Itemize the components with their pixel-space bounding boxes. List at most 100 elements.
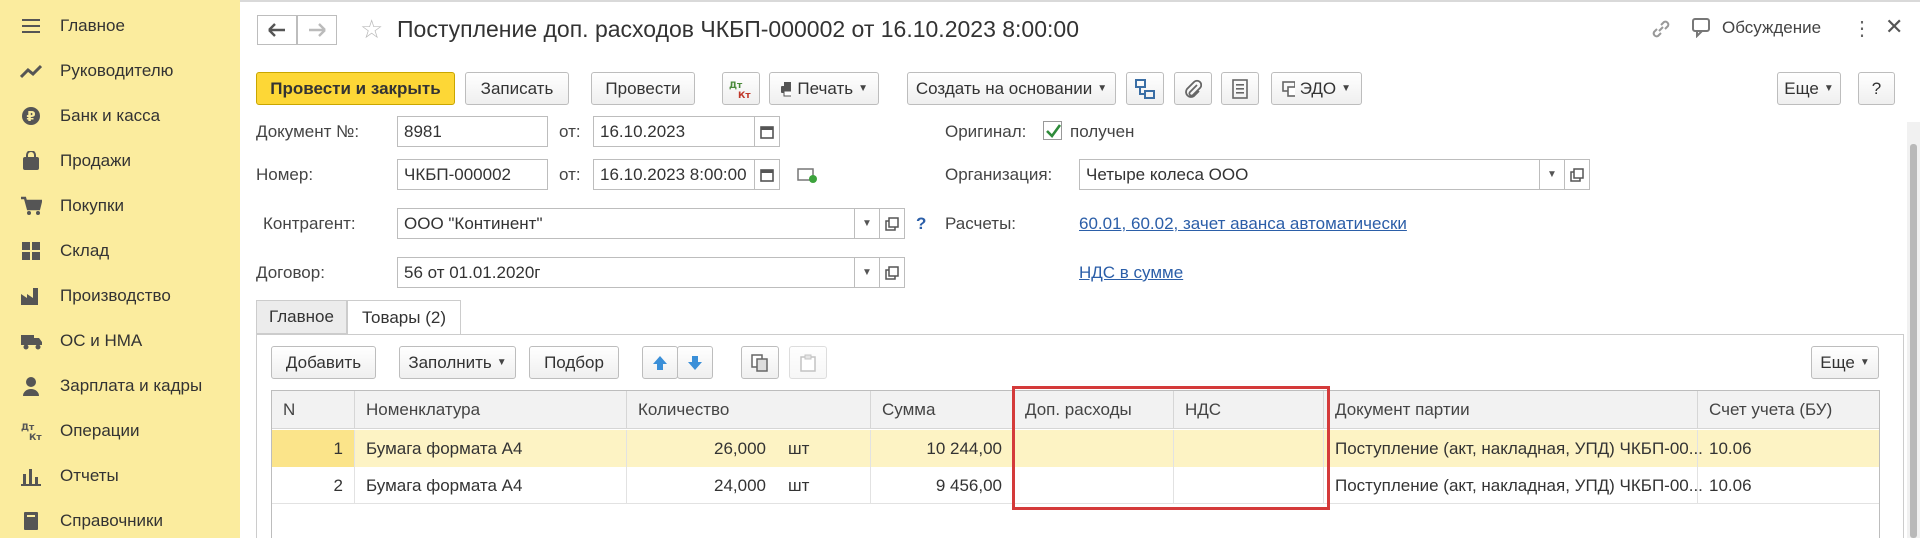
calendar-button[interactable]	[754, 116, 780, 147]
favorite-star-icon[interactable]: ☆	[360, 14, 383, 45]
cell-n[interactable]: 2	[272, 467, 355, 504]
cell-batch-doc[interactable]: Поступление (акт, накладная, УПД) ЧКБП-0…	[1324, 467, 1703, 504]
table-more-button[interactable]: Еще ▼	[1811, 346, 1879, 379]
column-header-item[interactable]: Номенклатура	[355, 391, 627, 429]
help-button[interactable]: ?	[1858, 72, 1895, 105]
cell-unit[interactable]: шт	[777, 467, 871, 504]
caret-down-icon: ▼	[1097, 83, 1108, 94]
back-button[interactable]	[257, 15, 297, 45]
sidebar: Главное Руководителю ₽ Банк и касса Прод…	[0, 0, 240, 538]
counterparty-input[interactable]: ООО "Континент"	[397, 208, 860, 239]
counterparty-help-icon[interactable]: ?	[916, 214, 926, 234]
sidebar-item-references[interactable]: Справочники	[0, 501, 240, 538]
contract-open-button[interactable]	[879, 257, 905, 288]
paste-button[interactable]	[789, 346, 827, 379]
sidebar-item-salary[interactable]: Зарплата и кадры	[0, 366, 240, 406]
open-window-icon	[885, 265, 899, 280]
vertical-scrollbar[interactable]	[1907, 122, 1920, 538]
print-button[interactable]: Печать ▼	[769, 72, 879, 105]
column-header-sum[interactable]: Сумма	[871, 391, 1014, 429]
column-header-qty[interactable]: Количество	[627, 391, 871, 429]
original-checkbox[interactable]	[1043, 121, 1062, 140]
post-button[interactable]: Провести	[591, 72, 695, 105]
svg-text:Дт: Дт	[729, 81, 743, 91]
org-dropdown-button[interactable]: ▼	[1539, 159, 1565, 190]
incoming-number-icon[interactable]	[797, 166, 819, 189]
add-button[interactable]: Добавить	[271, 346, 376, 379]
settlements-link[interactable]: 60.01, 60.02, зачет аванса автоматически	[1079, 214, 1407, 234]
forward-button[interactable]	[297, 15, 337, 45]
report-button[interactable]	[1221, 72, 1259, 105]
cell-account[interactable]: 10.06	[1698, 430, 1879, 467]
column-header-batch-doc[interactable]: Документ партии	[1324, 391, 1698, 429]
sidebar-item-manager[interactable]: Руководителю	[0, 51, 240, 91]
sidebar-item-production[interactable]: Производство	[0, 276, 240, 316]
doc-date-label: от:	[559, 122, 581, 141]
contract-dropdown-button[interactable]: ▼	[854, 257, 880, 288]
calendar-button[interactable]	[754, 159, 780, 190]
cell-batch-doc[interactable]: Поступление (акт, накладная, УПД) ЧКБП-0…	[1324, 430, 1703, 467]
sidebar-item-assets[interactable]: ОС и НМА	[0, 321, 240, 361]
column-header-n[interactable]: N	[272, 391, 355, 429]
cell-qty[interactable]: 24,000	[627, 467, 777, 504]
column-header-account[interactable]: Счет учета (БУ)	[1698, 391, 1879, 429]
sidebar-item-warehouse[interactable]: Склад	[0, 231, 240, 271]
org-label: Организация:	[945, 165, 1053, 184]
doc-number-input[interactable]: 8981	[397, 116, 548, 147]
post-and-close-button[interactable]: Провести и закрыть	[256, 72, 455, 105]
cell-unit[interactable]: шт	[777, 430, 871, 467]
fill-button[interactable]: Заполнить ▼	[399, 346, 516, 379]
number-date-input[interactable]: 16.10.2023 8:00:00	[593, 159, 756, 190]
org-open-button[interactable]	[1564, 159, 1590, 190]
calendar-icon	[760, 125, 774, 139]
close-icon[interactable]: ✕	[1885, 14, 1903, 40]
cell-item[interactable]: Бумага формата А4	[355, 467, 627, 504]
pick-button[interactable]: Подбор	[529, 346, 619, 379]
counterparty-dropdown-button[interactable]: ▼	[854, 208, 880, 239]
structure-button[interactable]	[1126, 72, 1164, 105]
save-button[interactable]: Записать	[465, 72, 569, 105]
number-input[interactable]: ЧКБП-000002	[397, 159, 548, 190]
edo-button[interactable]: ЭДО ▼	[1271, 72, 1362, 105]
svg-text:Кт: Кт	[29, 433, 42, 441]
edo-label: ЭДО	[1299, 78, 1337, 98]
org-input[interactable]: Четыре колеса ООО	[1079, 159, 1552, 190]
sidebar-item-purchases[interactable]: Покупки	[0, 186, 240, 226]
sidebar-item-operations[interactable]: Дт Кт Операции	[0, 411, 240, 451]
contract-input[interactable]: 56 от 01.01.2020г	[397, 257, 860, 288]
create-based-on-button[interactable]: Создать на основании ▼	[907, 72, 1116, 105]
scrollbar-thumb[interactable]	[1910, 144, 1917, 538]
dt-kt-icon: ДтКт	[729, 81, 751, 100]
caret-down-icon: ▼	[1859, 357, 1870, 368]
link-icon[interactable]	[1650, 18, 1672, 45]
sidebar-item-sales[interactable]: Продажи	[0, 141, 240, 181]
vat-link[interactable]: НДС в сумме	[1079, 263, 1183, 283]
settlements-label: Расчеты:	[945, 214, 1017, 233]
dt-kt-button[interactable]: Дт Кт	[722, 72, 760, 105]
arrow-right-icon	[309, 23, 326, 37]
calendar-icon	[760, 168, 774, 182]
copy-button[interactable]	[741, 346, 779, 379]
move-down-button[interactable]	[677, 346, 713, 379]
tab-main[interactable]: Главное	[256, 300, 347, 334]
cell-qty[interactable]: 26,000	[627, 430, 777, 467]
more-vertical-icon[interactable]: ⋮	[1852, 16, 1872, 41]
counterparty-open-button[interactable]	[879, 208, 905, 239]
edo-icon	[1282, 80, 1295, 97]
cell-n[interactable]: 1	[272, 430, 355, 467]
doc-date-input[interactable]: 16.10.2023	[593, 116, 756, 147]
sidebar-item-bank[interactable]: ₽ Банк и касса	[0, 96, 240, 136]
attach-button[interactable]	[1174, 72, 1212, 105]
more-button[interactable]: Еще ▼	[1777, 72, 1841, 105]
move-up-button[interactable]	[642, 346, 678, 379]
cell-sum[interactable]: 10 244,00	[871, 430, 1014, 467]
sidebar-item-reports[interactable]: Отчеты	[0, 456, 240, 496]
tab-goods[interactable]: Товары (2)	[347, 300, 461, 335]
create-based-label: Создать на основании	[915, 78, 1093, 98]
sidebar-item-main[interactable]: Главное	[0, 6, 240, 46]
arrow-left-icon	[268, 23, 285, 37]
cell-item[interactable]: Бумага формата А4	[355, 430, 627, 467]
discussion-button[interactable]: Обсуждение	[1692, 18, 1821, 38]
cell-sum[interactable]: 9 456,00	[871, 467, 1014, 504]
cell-account[interactable]: 10.06	[1698, 467, 1879, 504]
